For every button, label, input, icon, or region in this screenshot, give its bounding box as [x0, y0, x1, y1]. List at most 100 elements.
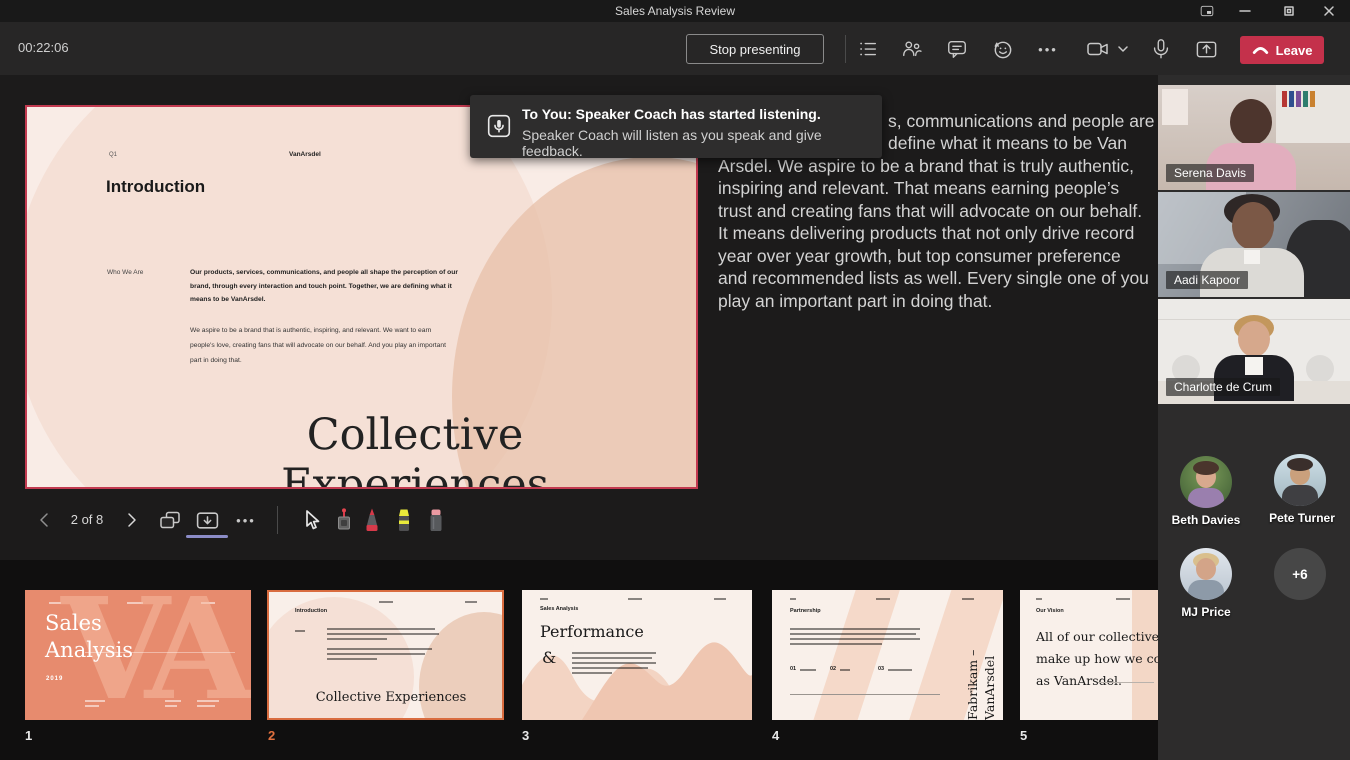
- text-line-placeholder: [790, 598, 796, 600]
- text-line-placeholder: [197, 705, 215, 707]
- avatar-beth[interactable]: [1180, 456, 1232, 508]
- thumb3-header: Sales Analysis: [540, 606, 578, 612]
- text-line-placeholder: [327, 628, 435, 630]
- text-line-placeholder: [1036, 598, 1042, 600]
- thumb3-title: Performance: [540, 622, 644, 641]
- meeting-notes-icon[interactable]: [850, 31, 886, 67]
- avatar-mj[interactable]: [1180, 548, 1232, 600]
- slide-more-options-icon[interactable]: •••: [229, 503, 263, 537]
- thumbnail-number-2: 2: [268, 728, 275, 743]
- text-line-placeholder: [327, 653, 425, 655]
- text-line-placeholder: [800, 669, 816, 671]
- slide-thumbnail-1[interactable]: VA Sales Analysis 2019: [25, 590, 251, 720]
- notes-line: year over year growth, but top consumer …: [718, 246, 1121, 267]
- notes-line: Arsdel. We aspire to be a brand that is …: [718, 156, 1134, 177]
- text-line-placeholder: [572, 662, 656, 664]
- minimize-button[interactable]: [1230, 0, 1260, 22]
- leave-button[interactable]: Leave: [1240, 36, 1324, 64]
- text-line-placeholder: [572, 667, 648, 669]
- thumb4-vertical-text: Fabrikam – VanArsdel: [924, 594, 1003, 714]
- thumb-divider-line: [1098, 682, 1154, 683]
- avatar-pete[interactable]: [1274, 454, 1326, 506]
- book: [1282, 91, 1287, 107]
- speaker-coach-toast[interactable]: To You: Speaker Coach has started listen…: [470, 95, 882, 158]
- slide-thumbnail-2-current[interactable]: Introduction Collective Experiences: [267, 590, 504, 720]
- eraser-tool-icon[interactable]: [419, 503, 453, 537]
- notes-line: trust and creating fans that will advoca…: [718, 201, 1142, 222]
- participant-name-label: Serena Davis: [1166, 164, 1254, 182]
- thumb3-ampersand: &: [542, 648, 556, 667]
- chat-icon[interactable]: [939, 31, 975, 67]
- text-line-placeholder: [1116, 598, 1130, 600]
- wall-poster: [1162, 89, 1188, 125]
- camera-icon[interactable]: [1080, 31, 1116, 67]
- thumb3-wave-chart: [522, 630, 752, 720]
- slide-thumbnail-5[interactable]: Our Vision All of our collective make up…: [1020, 590, 1158, 720]
- more-options-icon[interactable]: •••: [1030, 31, 1066, 67]
- person-collar: [1244, 250, 1260, 264]
- pen-tool-icon[interactable]: [355, 503, 389, 537]
- text-line-placeholder: [327, 648, 432, 650]
- window-title: Sales Analysis Review: [0, 4, 1350, 18]
- thumb2-title: Collective Experiences: [291, 690, 491, 705]
- chair: [1306, 355, 1334, 383]
- text-line-placeholder: [790, 638, 920, 640]
- video-tile-aadi[interactable]: Aadi Kapoor: [1158, 192, 1350, 297]
- slide-thumbnail-3[interactable]: Sales Analysis Performance &: [522, 590, 752, 720]
- notes-line: s, communications and people are: [888, 111, 1155, 132]
- presenter-view-icon[interactable]: [190, 503, 224, 537]
- text-line-placeholder: [379, 601, 393, 603]
- text-line-placeholder: [840, 669, 850, 671]
- thumb1-year: 2019: [46, 676, 63, 682]
- overflow-participants-badge[interactable]: +6: [1274, 548, 1326, 600]
- person-torso: [1188, 580, 1224, 600]
- notes-line: define what it means to be Van: [888, 133, 1127, 154]
- tools-divider: [277, 506, 278, 534]
- speaker-coach-icon: [486, 113, 512, 139]
- notes-line: It means delivering products that not on…: [718, 223, 1134, 244]
- meeting-timer: 00:22:06: [18, 40, 69, 55]
- maximize-button[interactable]: [1274, 0, 1304, 22]
- highlighter-tool-icon[interactable]: [387, 503, 421, 537]
- text-line-placeholder: [165, 700, 181, 702]
- avatar-name-label: Pete Turner: [1254, 511, 1350, 525]
- leave-label: Leave: [1276, 43, 1313, 58]
- thumb5-heading: Our Vision: [1036, 608, 1064, 614]
- microphone-icon[interactable]: [1143, 31, 1179, 67]
- text-line-placeholder: [85, 705, 99, 707]
- share-screen-icon[interactable]: [1188, 31, 1224, 67]
- text-line-placeholder: [295, 630, 305, 632]
- video-tile-charlotte[interactable]: Charlotte de Crum: [1158, 299, 1350, 404]
- text-line-placeholder: [327, 658, 377, 660]
- person-shirt: [1245, 357, 1263, 375]
- book: [1289, 91, 1294, 107]
- text-line-placeholder: [85, 700, 105, 702]
- toast-body: Speaker Coach will listen as you speak a…: [522, 127, 882, 159]
- text-line-placeholder: [49, 602, 61, 604]
- text-line-placeholder: [876, 598, 890, 600]
- previous-slide-icon[interactable]: [28, 503, 62, 537]
- person-head: [1238, 321, 1270, 357]
- close-button[interactable]: [1314, 0, 1344, 22]
- cursor-tool-icon[interactable]: [294, 503, 328, 537]
- pop-out-icon[interactable]: [1192, 0, 1222, 22]
- slide-grid-icon[interactable]: [153, 503, 187, 537]
- avatar-name-label: MJ Price: [1158, 605, 1254, 619]
- book: [1303, 91, 1308, 107]
- text-line-placeholder: [572, 657, 652, 659]
- video-tile-serena[interactable]: Serena Davis: [1158, 85, 1350, 190]
- slide-paragraph-1: Our products, services, communications, …: [190, 266, 464, 307]
- thumb1-title: Sales Analysis: [45, 610, 133, 664]
- camera-dropdown-chevron-icon[interactable]: [1112, 31, 1134, 67]
- slide-heading: Introduction: [106, 177, 205, 197]
- next-slide-icon[interactable]: [114, 503, 148, 537]
- thumb4-item-3: 03: [878, 666, 884, 672]
- participants-icon[interactable]: [894, 31, 930, 67]
- current-slide[interactable]: Q1 VanArsdel Introduction Who We Are Our…: [25, 105, 698, 489]
- text-line-placeholder: [197, 700, 219, 702]
- stop-presenting-button[interactable]: Stop presenting: [686, 34, 824, 64]
- text-line-placeholder: [790, 633, 916, 635]
- slide-thumbnail-4[interactable]: Partnership 01 02 03 Fabrikam – VanArsde…: [772, 590, 1003, 720]
- text-line-placeholder: [327, 633, 439, 635]
- reactions-icon[interactable]: [984, 31, 1020, 67]
